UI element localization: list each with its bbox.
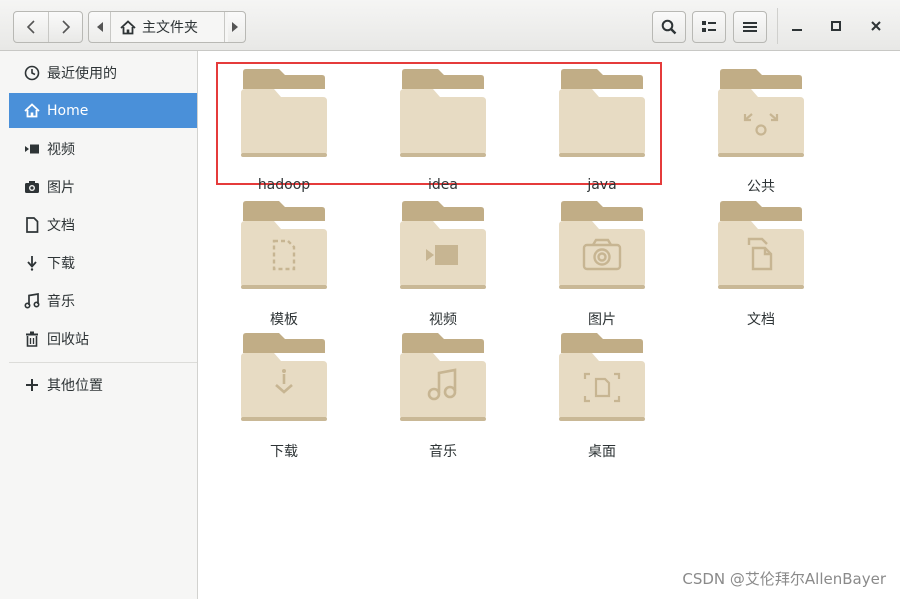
trash-icon: [23, 330, 41, 348]
sidebar-item-other-locations[interactable]: 其他位置: [9, 367, 197, 402]
maximize-button[interactable]: [826, 16, 846, 36]
close-button[interactable]: [866, 16, 886, 36]
sidebar-item-videos[interactable]: 视频: [9, 131, 197, 166]
folder-templates[interactable]: 模板: [224, 201, 344, 328]
path-scroll-left[interactable]: [89, 12, 110, 42]
caret-right-icon: [232, 22, 238, 32]
caret-left-icon: [96, 22, 103, 32]
folder-hadoop[interactable]: hadoop: [224, 69, 344, 193]
folder-label: 模板: [270, 312, 298, 328]
forward-arrow-icon: [62, 20, 71, 34]
maximize-icon: [831, 21, 841, 31]
clock-icon: [23, 64, 41, 82]
sidebar-divider: [9, 362, 197, 363]
sidebar-item-label: 回收站: [47, 331, 89, 348]
folder-label: java: [587, 177, 617, 193]
folder-label: idea: [428, 177, 458, 193]
close-icon: [871, 21, 881, 31]
forward-button[interactable]: [49, 12, 83, 42]
sidebar-item-label: 音乐: [47, 293, 75, 310]
folder-label: 视频: [429, 312, 457, 328]
folder-icon: [559, 69, 645, 157]
sidebar-item-music[interactable]: 音乐: [9, 283, 197, 318]
folder-icon: [718, 69, 804, 157]
video-icon: [23, 140, 41, 158]
folder-icon: [241, 201, 327, 289]
sidebar-item-label: 图片: [47, 179, 75, 196]
view-toggle-button[interactable]: [692, 11, 726, 43]
minimize-button[interactable]: [787, 16, 807, 36]
breadcrumb-home[interactable]: 主文件夹: [111, 12, 228, 42]
folder-public[interactable]: 公共: [701, 69, 821, 195]
sidebar-item-label: 其他位置: [47, 377, 103, 394]
folder-label: hadoop: [257, 177, 311, 193]
folder-icon: [400, 333, 486, 421]
sidebar-item-documents[interactable]: 文档: [9, 207, 197, 242]
plus-icon: [23, 376, 41, 394]
folder-icon: [718, 201, 804, 289]
folder-icon: [241, 333, 327, 421]
path-bar: 主文件夹: [88, 11, 246, 43]
document-icon: [23, 216, 41, 234]
folder-java[interactable]: java: [542, 69, 662, 193]
breadcrumb-label: 主文件夹: [142, 20, 198, 36]
sidebar-item-recent[interactable]: 最近使用的: [9, 55, 197, 90]
list-view-icon: [702, 21, 716, 32]
hamburger-menu-icon: [743, 22, 757, 32]
folder-videos[interactable]: 视频: [383, 201, 503, 328]
folder-label: 图片: [588, 312, 616, 328]
folder-label: 桌面: [588, 444, 616, 460]
back-arrow-icon: [26, 20, 35, 34]
folder-label: 音乐: [429, 444, 457, 460]
folder-icon: [400, 69, 486, 157]
folder-icon: [241, 69, 327, 157]
folder-pictures[interactable]: 图片: [542, 201, 662, 328]
sidebar-item-pictures[interactable]: 图片: [9, 169, 197, 204]
watermark-text: CSDN @艾伦拜尔AllenBayer: [682, 570, 886, 588]
sidebar-item-downloads[interactable]: 下载: [9, 245, 197, 280]
camera-icon: [23, 178, 41, 196]
folder-label: 公共: [747, 179, 775, 195]
folder-icon: [400, 201, 486, 289]
folder-label: 文档: [747, 312, 775, 328]
sidebar-item-label: 视频: [47, 141, 75, 158]
folder-downloads[interactable]: 下载: [224, 333, 344, 460]
back-button[interactable]: [14, 12, 48, 42]
minimize-icon: [792, 29, 802, 31]
folder-icon: [559, 333, 645, 421]
menu-button[interactable]: [733, 11, 767, 43]
sidebar-item-trash[interactable]: 回收站: [9, 321, 197, 356]
sidebar-item-label: 下载: [47, 255, 75, 272]
header-bar: 主文件夹: [0, 0, 900, 51]
sidebar-item-label: 最近使用的: [47, 65, 117, 82]
sidebar: 最近使用的 Home 视频 图片 文档 下载 音乐 回收站 其他位置: [0, 51, 198, 599]
home-icon: [23, 102, 41, 120]
folder-documents[interactable]: 文档: [701, 201, 821, 328]
sidebar-item-label: Home: [47, 102, 89, 119]
search-button[interactable]: [652, 11, 686, 43]
home-icon: [120, 19, 136, 34]
file-grid: hadoop idea java 公共 模板 视频 图片 文档 下载 音乐 桌面…: [198, 51, 900, 599]
folder-label: 下载: [270, 444, 298, 460]
folder-idea[interactable]: idea: [383, 69, 503, 193]
music-icon: [23, 292, 41, 310]
search-icon: [661, 19, 677, 35]
sidebar-item-label: 文档: [47, 217, 75, 234]
folder-desktop[interactable]: 桌面: [542, 333, 662, 460]
nav-buttons: [13, 11, 83, 43]
sidebar-item-home[interactable]: Home: [9, 93, 197, 128]
download-icon: [23, 254, 41, 272]
folder-music[interactable]: 音乐: [383, 333, 503, 460]
folder-icon: [559, 201, 645, 289]
path-scroll-right[interactable]: [225, 12, 245, 42]
